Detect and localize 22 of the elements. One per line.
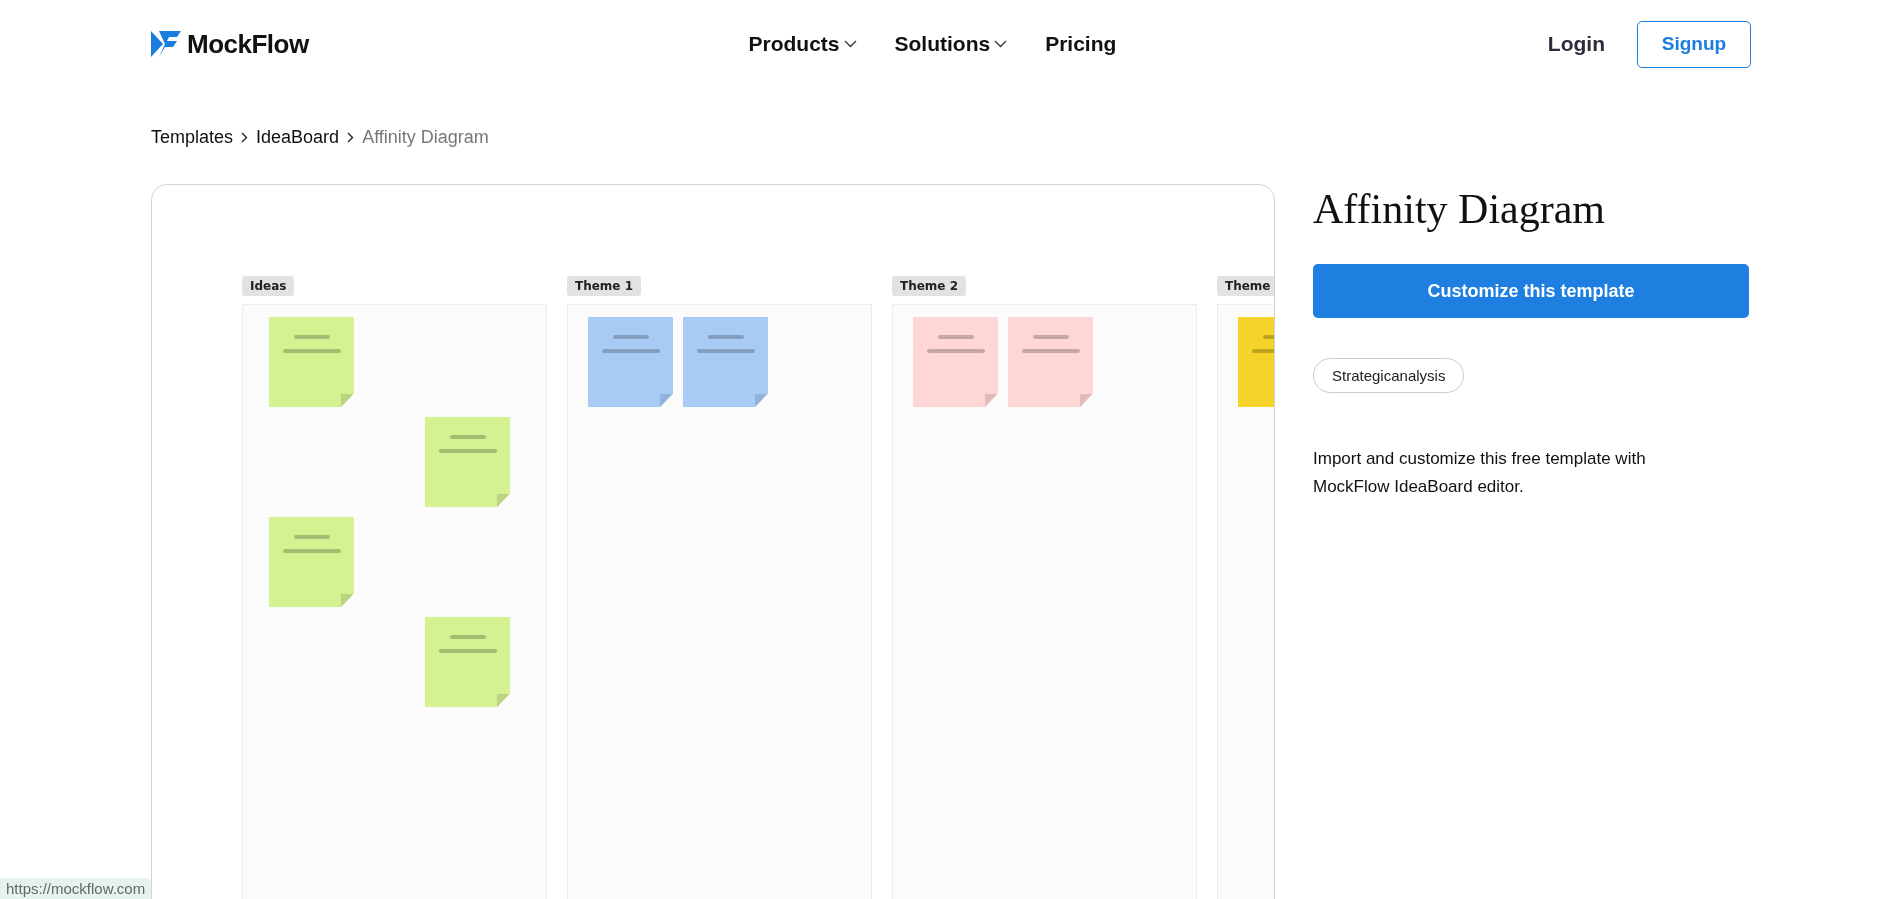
- logo-icon: [151, 31, 181, 57]
- nav-link[interactable]: Pricing: [1045, 32, 1121, 56]
- breadcrumb-link[interactable]: Templates: [151, 126, 234, 148]
- status-url: https://mockflow.com: [0, 878, 152, 899]
- breadcrumb-link[interactable]: IdeaBoard: [256, 126, 340, 148]
- template-title: Affinity Diagram: [1313, 185, 1606, 234]
- signup-button[interactable]: Signup: [1637, 20, 1751, 68]
- column-label: Ideas: [242, 276, 295, 296]
- breadcrumb-link[interactable]: Affinity Diagram: [362, 126, 489, 148]
- customize-button[interactable]: Customize this template: [1313, 264, 1749, 319]
- chevron-right-icon: [347, 131, 355, 143]
- column-label: Theme: [1217, 276, 1274, 296]
- chevron-down-icon: [994, 40, 1008, 48]
- column-label: Theme 2: [892, 276, 967, 296]
- chevron-down-icon: [843, 40, 857, 48]
- nav-link[interactable]: Solutions: [894, 32, 1008, 56]
- chevron-right-icon: [241, 131, 249, 143]
- description-text: Import and customize this free template with MockFlow IdeaBoard editor.: [1313, 448, 1647, 498]
- nav-link[interactable]: Products: [748, 32, 857, 56]
- logo-text[interactable]: MockFlow: [187, 28, 309, 60]
- column-label: Theme 1: [567, 276, 642, 296]
- login-link[interactable]: Login: [1547, 32, 1605, 56]
